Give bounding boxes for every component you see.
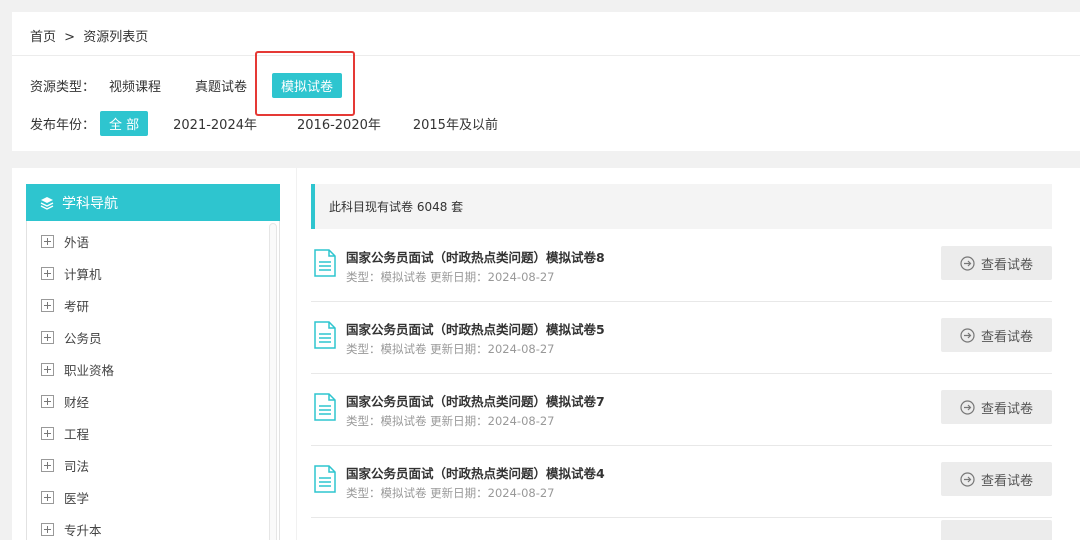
expand-icon[interactable]: [41, 362, 54, 376]
paper-list-item: 国家公务员面试（时政热点类问题）模拟试卷8 类型：模拟试卷 更新日期：2024-…: [311, 230, 1052, 302]
sidebar-item-finance[interactable]: 财经: [41, 391, 89, 411]
view-paper-label: 查看试卷: [980, 329, 1033, 345]
resource-type-filter: 资源类型： 视频课程 真题试卷 模拟试卷: [30, 72, 360, 98]
subject-list: 外语 计算机 考研 公务员 职业资格 财经 工程 司法 医学 专升本: [26, 221, 280, 540]
paper-title[interactable]: 国家公务员面试（时政热点类问题）模拟试卷5: [346, 319, 605, 338]
sidebar-item-upgrade-degree[interactable]: 专升本: [41, 519, 102, 539]
expand-icon[interactable]: [41, 426, 54, 440]
paper-list-item: 国家公务员面试（时政热点类问题）模拟试卷4 类型：模拟试卷 更新日期：2024-…: [311, 446, 1052, 518]
paper-meta: 类型：模拟试卷 更新日期：2024-08-27: [346, 270, 555, 284]
year-label: 发布年份：: [30, 117, 96, 133]
divider: [12, 55, 1080, 56]
sidebar-item-computer[interactable]: 计算机: [41, 263, 102, 283]
arrow-circle-icon: [960, 471, 975, 487]
view-paper-button[interactable]: 查看试卷: [941, 462, 1052, 496]
breadcrumb-current: 资源列表页: [83, 30, 149, 45]
sidebar-item-label: 工程: [64, 426, 90, 442]
breadcrumb-home[interactable]: 首页: [30, 30, 56, 45]
paper-list-item: 国家公务员面试（时政热点类问题）模拟试卷7 类型：模拟试卷 更新日期：2024-…: [311, 374, 1052, 446]
sidebar-item-label: 司法: [64, 458, 90, 474]
sidebar-item-label: 财经: [64, 394, 90, 410]
expand-icon[interactable]: [41, 298, 54, 312]
sidebar-item-label: 考研: [64, 298, 90, 314]
sidebar-item-foreign-language[interactable]: 外语: [41, 231, 89, 251]
document-icon: [314, 393, 336, 421]
view-paper-button[interactable]: 查看试卷: [941, 318, 1052, 352]
sidebar-item-label: 专升本: [64, 522, 102, 538]
expand-icon[interactable]: [41, 234, 54, 248]
sidebar-item-professional-qualification[interactable]: 职业资格: [41, 359, 114, 379]
breadcrumb: 首页 > 资源列表页: [30, 26, 148, 45]
sidebar-item-label: 外语: [64, 234, 90, 250]
filter-panel: 首页 > 资源列表页 资源类型： 视频课程 真题试卷 模拟试卷 发布年份： 全 …: [12, 12, 1080, 151]
view-paper-label: 查看试卷: [980, 257, 1033, 273]
sidebar-item-judicial[interactable]: 司法: [41, 455, 89, 475]
paper-count-bar: 此科目现有试卷 6048 套: [311, 184, 1052, 229]
paper-count-text: 此科目现有试卷 6048 套: [329, 200, 464, 214]
paper-title[interactable]: 国家公务员面试（时政热点类问题）模拟试卷7: [346, 391, 605, 410]
expand-icon[interactable]: [41, 330, 54, 344]
arrow-circle-icon: [960, 399, 975, 415]
paper-title[interactable]: 国家公务员面试（时政热点类问题）模拟试卷8: [346, 247, 605, 266]
sidebar-scrollbar[interactable]: [269, 223, 277, 540]
sidebar-item-civil-servant[interactable]: 公务员: [41, 327, 102, 347]
paper-meta: 类型：模拟试卷 更新日期：2024-08-27: [346, 342, 555, 356]
sidebar-item-label: 计算机: [64, 266, 102, 282]
filter-year-2016-2020[interactable]: 2016-2020年: [288, 111, 390, 136]
document-icon: [314, 465, 336, 493]
resource-type-label: 资源类型：: [30, 79, 96, 95]
sidebar-item-medicine[interactable]: 医学: [41, 487, 89, 507]
breadcrumb-separator: >: [64, 30, 76, 45]
expand-icon[interactable]: [41, 394, 54, 408]
filter-year-2015-earlier[interactable]: 2015年及以前: [404, 111, 507, 136]
year-filter: 发布年份： 全 部 2021-2024年 2016-2020年 2015年及以前: [30, 110, 525, 136]
view-paper-button[interactable]: 查看试卷: [941, 390, 1052, 424]
view-paper-label: 查看试卷: [980, 401, 1033, 417]
sidebar-item-label: 职业资格: [64, 362, 115, 378]
paper-meta: 类型：模拟试卷 更新日期：2024-08-27: [346, 414, 555, 428]
expand-icon[interactable]: [41, 490, 54, 504]
expand-icon[interactable]: [41, 522, 54, 536]
paper-meta: 类型：模拟试卷 更新日期：2024-08-27: [346, 486, 555, 500]
filter-year-2021-2024[interactable]: 2021-2024年: [164, 111, 266, 136]
view-paper-button[interactable]: 查看试卷: [941, 246, 1052, 280]
arrow-circle-icon: [960, 327, 975, 343]
filter-mock-papers[interactable]: 模拟试卷: [272, 72, 343, 98]
paper-list-item: 国家公务员面试（时政热点类问题）模拟试卷5 类型：模拟试卷 更新日期：2024-…: [311, 302, 1052, 374]
layers-icon: [40, 196, 54, 210]
subject-nav-header: 学科导航: [26, 184, 280, 221]
document-icon: [314, 249, 336, 277]
expand-icon[interactable]: [41, 458, 54, 472]
sidebar-item-postgraduate[interactable]: 考研: [41, 295, 89, 315]
paper-title[interactable]: 国家公务员面试（时政热点类问题）模拟试卷4: [346, 463, 605, 482]
view-paper-button-partial[interactable]: [941, 520, 1052, 540]
divider: [311, 517, 1052, 518]
paper-list-panel: 此科目现有试卷 6048 套 国家公务员面试（时政热点类问题）模拟试卷8 类型：…: [297, 168, 1080, 540]
subject-nav-title: 学科导航: [62, 195, 118, 212]
arrow-circle-icon: [960, 255, 975, 271]
view-paper-label: 查看试卷: [980, 473, 1033, 489]
filter-year-all[interactable]: 全 部: [100, 110, 149, 136]
subject-sidebar: 学科导航 外语 计算机 考研 公务员 职业资格 财经 工程 司法 医学 专升本: [12, 168, 296, 540]
sidebar-item-engineering[interactable]: 工程: [41, 423, 89, 443]
filter-past-papers[interactable]: 真题试卷: [186, 73, 256, 98]
filter-video-course[interactable]: 视频课程: [100, 73, 170, 98]
sidebar-item-label: 公务员: [64, 330, 102, 346]
document-icon: [314, 321, 336, 349]
expand-icon[interactable]: [41, 266, 54, 280]
sidebar-item-label: 医学: [64, 490, 90, 506]
